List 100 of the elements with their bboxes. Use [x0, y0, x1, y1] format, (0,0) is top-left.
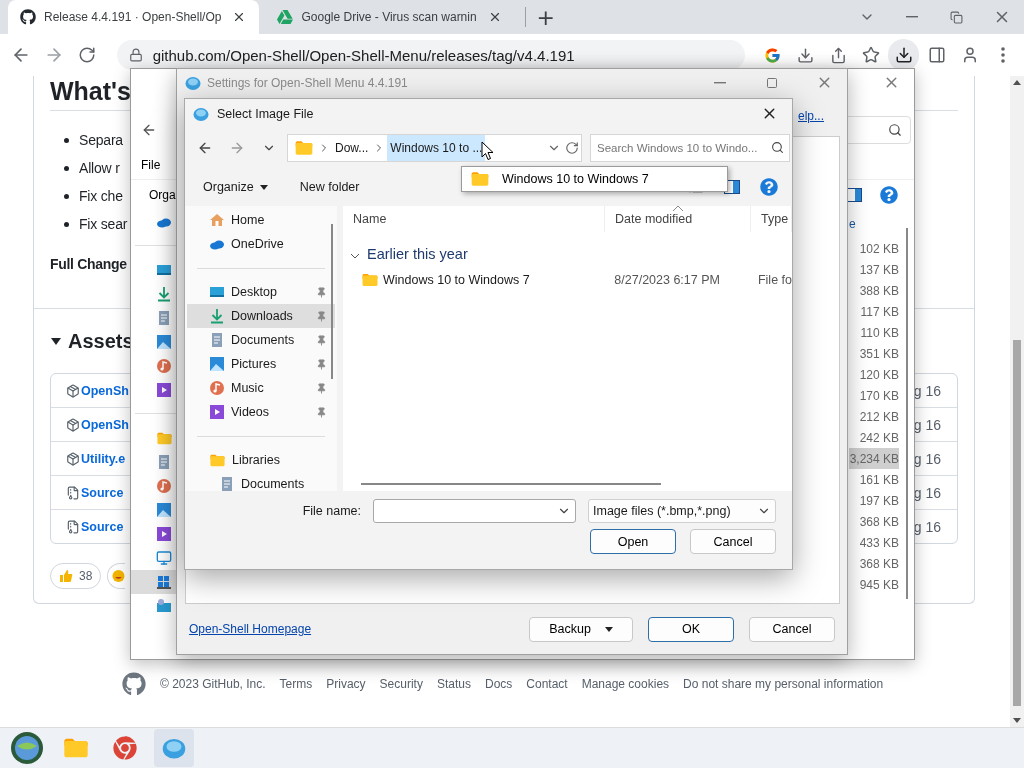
nav-item[interactable]: Desktop	[187, 280, 335, 304]
backup-button[interactable]: Backup	[529, 616, 633, 642]
new-folder-button[interactable]: New folder	[293, 176, 366, 198]
breadcrumb-item[interactable]: Dow...	[332, 135, 372, 161]
file-size: 120 KB	[858, 366, 899, 384]
download-icon	[209, 308, 225, 324]
desktop-icon	[156, 262, 172, 278]
browser-tab[interactable]: Release 4.4.191 · Open-Shell/Op	[8, 0, 260, 34]
asset-link[interactable]: OpenSh	[66, 383, 129, 398]
dropdown-item[interactable]: Windows 10 to Windows 7	[462, 169, 649, 189]
desktop-icon	[209, 284, 225, 300]
footer-link[interactable]: Docs	[484, 677, 513, 691]
menu-item[interactable]: File	[141, 158, 161, 172]
file-size: 242 KB	[858, 429, 899, 447]
help-icon[interactable]	[760, 178, 778, 196]
scrollbar[interactable]	[1010, 76, 1024, 727]
asset-link[interactable]: Source	[66, 519, 124, 534]
asset-link[interactable]: Utility.e	[66, 451, 126, 466]
nav-item[interactable]: Documents	[187, 328, 335, 352]
dialog-button[interactable]: Cancel	[749, 616, 835, 642]
file-name[interactable]: Windows 10 to Windows 7	[383, 273, 530, 287]
package-icon	[66, 417, 80, 432]
nav-item[interactable]: Home	[187, 208, 335, 232]
browser-tab[interactable]: Google Drive - Virus scan warnin	[265, 0, 515, 34]
refresh-icon[interactable]	[565, 141, 579, 155]
breadcrumb-bar[interactable]: Dow... Windows 10 to ...	[287, 134, 582, 162]
release-note: Fix sear	[79, 216, 128, 232]
start-logo-icon	[10, 731, 44, 765]
footer-link[interactable]: Manage cookies	[581, 677, 670, 691]
nav-item[interactable]: Videos	[187, 400, 335, 424]
breadcrumb-item[interactable]: Windows 10 to ...	[387, 135, 486, 161]
organize-button[interactable]: Organize	[197, 176, 274, 198]
toolbar-button[interactable]: Orga	[149, 188, 176, 202]
reload-icon	[78, 46, 97, 64]
footer-link[interactable]: Security	[379, 677, 423, 691]
reaction-button[interactable]: 38	[50, 563, 102, 589]
dialog-button[interactable]: Cancel	[690, 529, 776, 554]
nav-item[interactable]: OneDrive	[187, 232, 335, 256]
column-header[interactable]: Name	[343, 206, 605, 232]
file-size: 368 KB	[858, 513, 899, 531]
file-size: 117 KB	[859, 303, 899, 321]
download-icon	[156, 286, 172, 302]
address-bar[interactable]: github.com/Open-Shell/Open-Shell-Menu/releases/tag/v4.4.191	[116, 40, 745, 70]
file-size: 161 KB	[858, 471, 899, 489]
asset-link[interactable]: Source	[66, 485, 124, 500]
chrome-logo-icon	[113, 736, 137, 760]
release-note: Allow r	[79, 160, 120, 176]
nav-item[interactable]: Pictures	[187, 352, 335, 376]
pin-icon	[316, 334, 327, 346]
help-icon[interactable]	[880, 186, 898, 204]
footer-link[interactable]: Terms	[279, 677, 313, 691]
bullet-icon	[64, 193, 69, 199]
footer-link[interactable]: Contact	[526, 677, 568, 691]
group-header: Earlier this year	[367, 246, 468, 262]
file-size: 3,234 KB	[849, 448, 899, 469]
file-name-label: File name:	[302, 504, 361, 518]
file-type: File fo	[757, 273, 792, 287]
help-link[interactable]: elp...	[798, 109, 824, 123]
nav-item[interactable]: Documents	[187, 472, 335, 491]
picture-icon	[156, 334, 172, 350]
caret-icon	[259, 184, 268, 190]
footer-link[interactable]: Privacy	[326, 677, 366, 691]
new-tab-button[interactable]: +	[531, 2, 560, 32]
shell-icon	[162, 736, 186, 760]
open-shell-button[interactable]	[154, 729, 194, 767]
file-size: 351 KB	[858, 345, 899, 363]
dialog-button[interactable]: Open	[590, 529, 676, 554]
file-size: 368 KB	[858, 555, 899, 573]
homepage-link[interactable]: Open-Shell Homepage	[189, 622, 312, 636]
forward-arrow-icon	[229, 140, 245, 156]
document-icon	[209, 332, 225, 348]
file-size: 170 KB	[858, 387, 899, 405]
music-icon	[156, 358, 172, 374]
document-icon	[156, 310, 172, 326]
asset-link[interactable]: OpenSh	[66, 417, 129, 432]
cursor-icon	[481, 141, 494, 161]
github-logo-icon[interactable]	[122, 672, 146, 696]
search-field[interactable]: Search Windows 10 to Windo...	[590, 134, 790, 162]
menu-icon	[1000, 47, 1005, 63]
nav-item[interactable]: Downloads	[187, 304, 335, 328]
smiley-icon	[112, 569, 126, 583]
caret-icon[interactable]	[50, 335, 62, 347]
folder-icon	[294, 138, 314, 158]
column-header[interactable]: Date modified	[605, 206, 751, 232]
file-name-field[interactable]	[373, 499, 576, 523]
column-header[interactable]: e	[849, 210, 899, 238]
footer-link[interactable]: Do not share my personal information	[683, 677, 884, 691]
zip-file-icon	[66, 485, 80, 500]
column-header[interactable]: Type	[751, 206, 792, 232]
star-icon	[862, 46, 880, 64]
document-icon	[156, 454, 172, 470]
folder-icon	[361, 271, 379, 289]
copyright-text: © 2023 GitHub, Inc.	[160, 677, 266, 691]
file-type-select[interactable]: Image files (*.bmp,*.png)	[588, 499, 776, 523]
reaction-button[interactable]	[107, 563, 126, 589]
nav-item[interactable]: Libraries	[187, 448, 335, 472]
dialog-button[interactable]: OK	[648, 616, 734, 642]
downloads-button[interactable]	[888, 39, 920, 71]
footer-link[interactable]: Status	[436, 677, 471, 691]
nav-item[interactable]: Music	[187, 376, 335, 400]
